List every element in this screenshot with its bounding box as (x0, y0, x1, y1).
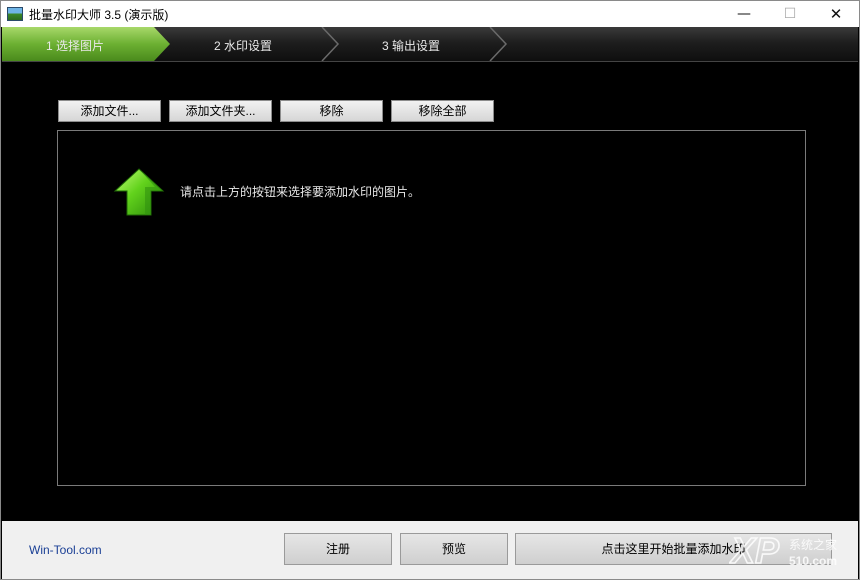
maximize-button[interactable]: ☐ (767, 1, 813, 27)
website-link[interactable]: Win-Tool.com (29, 543, 102, 557)
app-window: 批量水印大师 3.5 (演示版) — ☐ ✕ 1 选择图片 2 水印设置 3 输… (0, 0, 860, 580)
add-folder-button[interactable]: 添加文件夹... (169, 100, 272, 122)
add-file-button[interactable]: 添加文件... (58, 100, 161, 122)
site-watermark-logo: XP 系统之家 510.com (729, 529, 837, 572)
up-arrow-icon (113, 168, 165, 216)
svg-text:510.com: 510.com (789, 554, 837, 568)
empty-list-hint: 请点击上方的按钮来选择要添加水印的图片。 (180, 185, 421, 199)
preview-button[interactable]: 预览 (400, 533, 508, 565)
window-title: 批量水印大师 3.5 (演示版) (29, 8, 169, 22)
step-1-tab[interactable]: 1 选择图片 (46, 37, 104, 54)
register-button[interactable]: 注册 (284, 533, 392, 565)
remove-all-button[interactable]: 移除全部 (391, 100, 494, 122)
remove-button[interactable]: 移除 (280, 100, 383, 122)
title-bar: 批量水印大师 3.5 (演示版) — ☐ ✕ (1, 1, 859, 27)
image-list[interactable] (57, 130, 806, 486)
svg-text:XP: XP (729, 530, 780, 571)
step-navigation: 1 选择图片 2 水印设置 3 输出设置 (2, 27, 858, 62)
minimize-button[interactable]: — (721, 1, 767, 27)
svg-text:系统之家: 系统之家 (789, 537, 837, 552)
step-3-tab[interactable]: 3 输出设置 (382, 37, 440, 54)
app-picture-icon (7, 7, 23, 21)
close-button[interactable]: ✕ (813, 1, 859, 27)
step-2-tab[interactable]: 2 水印设置 (214, 37, 272, 54)
